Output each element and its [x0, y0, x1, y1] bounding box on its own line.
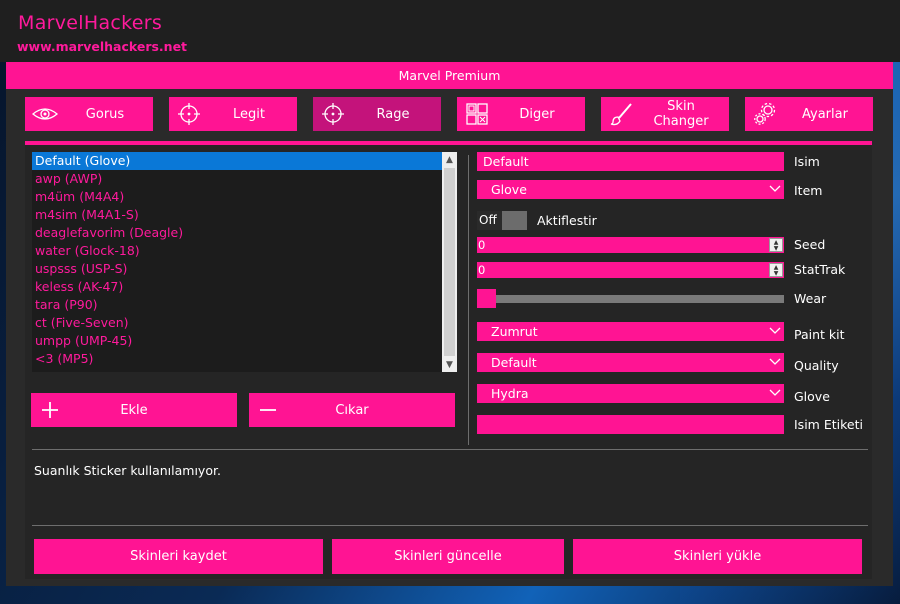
- window-title-bar[interactable]: Marvel Premium: [6, 62, 893, 89]
- seed-label: Seed: [794, 237, 826, 252]
- item-select[interactable]: Glove: [477, 180, 784, 199]
- name-tag-input[interactable]: [477, 415, 784, 434]
- remove-button-label: Cıkar: [335, 402, 369, 418]
- scroll-up-icon[interactable]: ▲: [442, 152, 457, 167]
- chevron-down-icon: [768, 323, 782, 344]
- paint-kit-select[interactable]: Zumrut: [477, 322, 784, 341]
- seed-stepper[interactable]: ▲ ▼: [769, 238, 783, 252]
- stattrak-input[interactable]: 0 ▲ ▼: [477, 262, 784, 278]
- load-skins-button[interactable]: Skinleri yükle: [573, 539, 862, 574]
- list-item[interactable]: keless (AK-47): [32, 278, 457, 296]
- load-skins-label: Skinleri yükle: [673, 549, 762, 564]
- add-button[interactable]: Ekle: [31, 393, 237, 427]
- skin-list[interactable]: Default (Glove) awp (AWP) m4üm (M4A4) m4sim…: [32, 152, 457, 372]
- item-label: Item: [794, 183, 823, 198]
- glove-value: Hydra: [491, 386, 529, 401]
- app-url[interactable]: www.marvelhackers.net: [17, 39, 187, 54]
- item-value: Glove: [491, 182, 527, 197]
- save-skins-label: Skinleri kaydet: [130, 549, 227, 564]
- eye-icon: [25, 105, 65, 123]
- list-item[interactable]: m4üm (M4A4): [32, 188, 457, 206]
- glove-label: Glove: [794, 389, 830, 404]
- tab-diger[interactable]: Diger: [457, 97, 585, 131]
- tab-skin-changer[interactable]: Skin Changer: [601, 97, 729, 131]
- stepper-down-icon[interactable]: ▼: [770, 270, 782, 277]
- wear-label: Wear: [794, 291, 827, 306]
- list-item[interactable]: water (Glock-18): [32, 242, 457, 260]
- tab-label: Ayarlar: [802, 106, 848, 122]
- tab-rage[interactable]: Rage: [313, 97, 441, 131]
- glove-select[interactable]: Hydra: [477, 384, 784, 403]
- divider: [32, 449, 868, 450]
- stattrak-label: StatTrak: [794, 262, 846, 277]
- list-item[interactable]: ct (Five-Seven): [32, 314, 457, 332]
- stattrak-value: 0: [478, 263, 486, 277]
- chevron-down-icon: [768, 181, 782, 202]
- add-button-label: Ekle: [120, 402, 148, 418]
- skin-changer-panel: Default (Glove) awp (AWP) m4üm (M4A4) m4sim…: [25, 141, 872, 579]
- list-item[interactable]: deaglefavorim (Deagle): [32, 224, 457, 242]
- update-skins-label: Skinleri güncelle: [394, 549, 502, 564]
- sticker-notice: Suanlık Sticker kullanılamıyor.: [34, 463, 221, 478]
- divider: [32, 525, 868, 526]
- name-label: Isim: [794, 154, 820, 169]
- toggle-knob[interactable]: [502, 211, 527, 230]
- crosshair-icon: [313, 102, 353, 126]
- grid-icon: [457, 103, 497, 125]
- main-window: Marvel Premium Gorus Legit Rage Diger Sk…: [6, 62, 893, 586]
- list-scrollbar[interactable]: ▲ ▼: [442, 152, 457, 372]
- list-item[interactable]: umpp (UMP-45): [32, 332, 457, 350]
- stattrak-stepper[interactable]: ▲ ▼: [769, 263, 783, 277]
- save-skins-button[interactable]: Skinleri kaydet: [34, 539, 323, 574]
- stepper-down-icon[interactable]: ▼: [770, 245, 782, 252]
- name-tag-label: Isim Etiketi: [794, 417, 863, 432]
- scroll-thumb[interactable]: [444, 168, 455, 356]
- chevron-down-icon: [768, 385, 782, 406]
- tab-label: Legit: [233, 106, 265, 122]
- wear-slider-thumb[interactable]: [477, 289, 496, 308]
- chevron-down-icon: [768, 354, 782, 375]
- tab-ayarlar[interactable]: Ayarlar: [745, 97, 873, 131]
- gears-icon: [745, 101, 785, 127]
- tab-label: Diger: [519, 106, 555, 122]
- app-header: MarvelHackers www.marvelhackers.net: [0, 0, 900, 62]
- quality-select[interactable]: Default: [477, 353, 784, 372]
- quality-label: Quality: [794, 358, 839, 373]
- quality-value: Default: [491, 355, 537, 370]
- tab-label: Gorus: [85, 106, 125, 122]
- crosshair-icon: [169, 102, 209, 126]
- tab-legit[interactable]: Legit: [169, 97, 297, 131]
- paint-kit-value: Zumrut: [491, 324, 538, 339]
- list-item[interactable]: awp (AWP): [32, 170, 457, 188]
- tab-label: Rage: [376, 106, 410, 122]
- column-divider: [468, 155, 469, 445]
- list-item[interactable]: uspsss (USP-S): [32, 260, 457, 278]
- remove-button[interactable]: Cıkar: [249, 393, 455, 427]
- plus-icon: [41, 401, 59, 423]
- list-item[interactable]: Default (Glove): [32, 152, 457, 170]
- toggle-state: Off: [477, 211, 502, 230]
- update-skins-button[interactable]: Skinleri güncelle: [332, 539, 564, 574]
- list-item[interactable]: m4sim (M4A1-S): [32, 206, 457, 224]
- brush-icon: [601, 102, 641, 126]
- window-title: Marvel Premium: [398, 68, 501, 83]
- paint-kit-label: Paint kit: [794, 327, 845, 342]
- tab-label: Skin Changer: [653, 99, 709, 129]
- app-title: MarvelHackers: [18, 12, 163, 34]
- seed-value: 0: [478, 238, 486, 252]
- seed-input[interactable]: 0 ▲ ▼: [477, 237, 784, 253]
- wear-slider-track[interactable]: [477, 295, 784, 303]
- enable-label: Aktiflestir: [537, 213, 597, 228]
- name-value: Default: [483, 154, 529, 169]
- list-item[interactable]: tara (P90): [32, 296, 457, 314]
- name-field[interactable]: Default: [477, 152, 784, 171]
- tab-gorus[interactable]: Gorus: [25, 97, 153, 131]
- list-item[interactable]: <3 (MP5): [32, 350, 457, 368]
- scroll-down-icon[interactable]: ▼: [442, 357, 457, 372]
- enable-toggle[interactable]: Off: [477, 211, 527, 230]
- minus-icon: [259, 401, 277, 423]
